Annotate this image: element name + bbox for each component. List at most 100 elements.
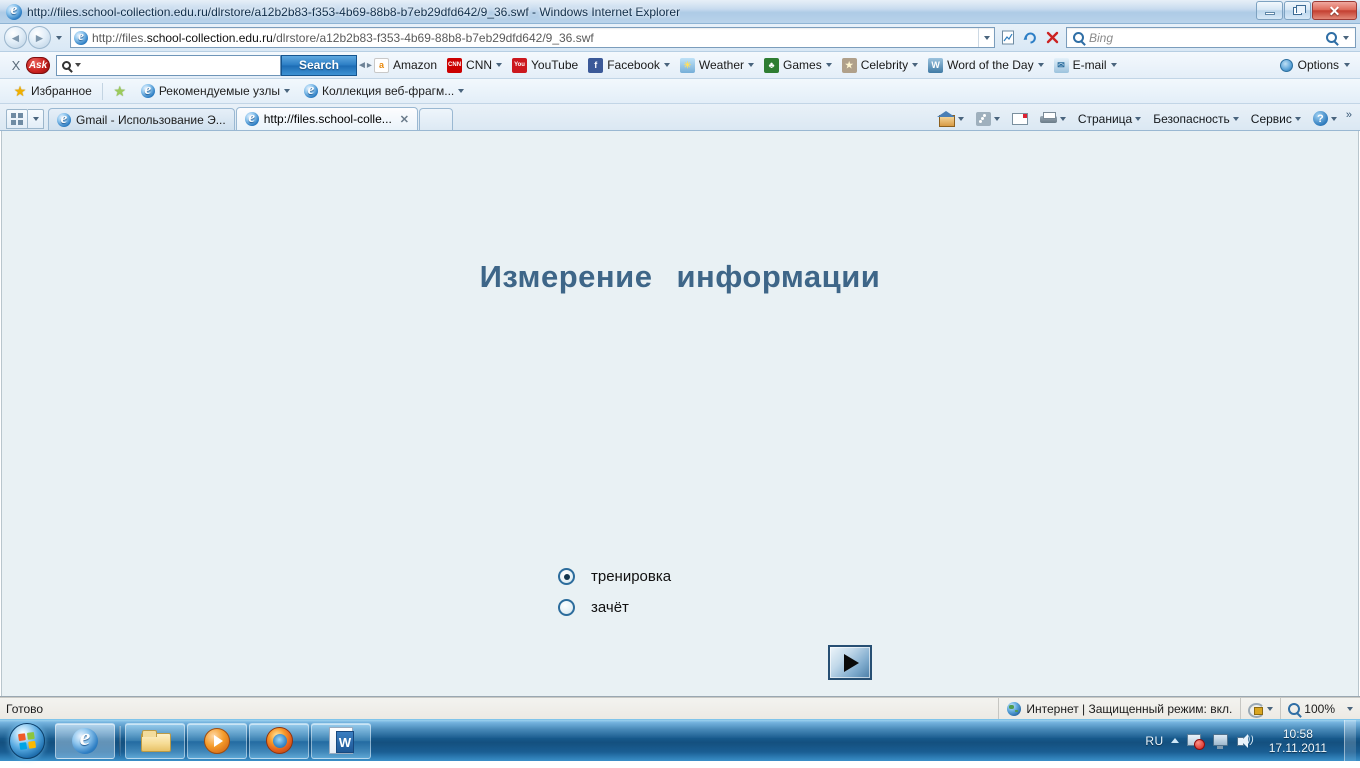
ask-search-icon [62,60,71,70]
stop-icon[interactable] [1041,27,1063,49]
help-menu-button[interactable]: ? [1307,109,1343,128]
youtube-icon: You [512,57,528,73]
ask-options-button[interactable]: Options [1279,58,1354,72]
ask-search-button[interactable]: Search [281,54,357,76]
tab-gmail[interactable]: Gmail - Использование Э... [48,108,235,130]
amazon-icon: a [374,57,389,73]
radio-button-selected-icon[interactable] [558,568,575,585]
search-input[interactable]: Bing [1066,27,1356,48]
ask-link-amazon[interactable]: a Amazon [369,54,442,76]
tab-label: http://files.school-colle... [263,112,392,126]
search-submit-icon[interactable] [1326,32,1337,43]
flash-content-area[interactable]: Измерение информации тренировка зачёт [1,131,1359,696]
clock[interactable]: 10:58 17.11.2011 [1261,727,1335,755]
display-icon[interactable] [1211,733,1229,749]
favorite-suggested-sites[interactable]: Рекомендуемые узлы [134,81,297,102]
tab-close-icon[interactable]: ✕ [400,113,409,126]
close-button[interactable]: ✕ [1312,1,1357,20]
ask-search-input[interactable] [56,54,281,76]
address-dropdown-icon[interactable] [978,28,994,47]
play-button[interactable] [828,645,872,680]
page-menu-button[interactable]: Страница [1072,110,1147,128]
word-icon [329,727,354,754]
print-button[interactable] [1034,110,1072,128]
recent-pages-dropdown[interactable] [52,28,66,48]
page-favicon-icon [74,28,88,45]
add-to-favorites-bar-button[interactable]: ★ [106,81,134,102]
window-title: http://files.school-collection.edu.ru/dl… [27,4,681,19]
taskbar-button-internet-explorer[interactable] [55,722,115,759]
ask-link-games[interactable]: ♣ Games [759,54,837,76]
address-bar-input[interactable]: http://files.school-collection.edu.ru/dl… [70,27,995,48]
ask-link-email[interactable]: ✉ E-mail [1049,54,1122,76]
internet-explorer-icon [6,1,22,20]
volume-icon[interactable]: )) [1236,733,1254,749]
celebrity-icon: ★ [841,57,857,73]
show-desktop-button[interactable] [1344,719,1356,762]
grid-icon [11,113,23,125]
favorites-button[interactable]: ★ Избранное [6,81,99,102]
window-title-bar[interactable]: http://files.school-collection.edu.ru/dl… [0,0,1360,24]
language-indicator[interactable]: RU [1145,734,1163,748]
taskbar-button-word[interactable] [311,722,371,759]
ask-link-weather[interactable]: ☀ Weather [675,54,759,76]
read-mail-button[interactable] [1006,111,1034,127]
weather-icon: ☀ [679,57,695,73]
ie-tab-icon [57,110,71,128]
taskbar: RU )) 10:58 17.11.2011 [0,719,1360,762]
command-bar-overflow-icon[interactable]: » [1343,109,1352,121]
forward-button[interactable]: ► [28,26,51,49]
favorite-web-slice-gallery[interactable]: Коллекция веб-фрагм... [297,81,471,102]
ask-link-cnn[interactable]: CNN CNN [442,54,507,76]
taskbar-button-windows-explorer[interactable] [125,722,185,759]
radio-button-unselected-icon[interactable] [558,599,575,616]
show-hidden-icons-icon[interactable] [1170,738,1179,743]
minimize-button[interactable] [1256,1,1283,20]
compatibility-view-icon[interactable] [997,27,1019,49]
tab-label: Gmail - Использование Э... [76,112,226,127]
protected-mode-button[interactable] [1240,698,1280,719]
mail-icon [1011,112,1028,125]
home-icon [936,111,955,127]
window-controls: ✕ [1256,1,1357,20]
maximize-button[interactable] [1284,1,1311,20]
refresh-icon[interactable] [1019,27,1041,49]
globe-icon [1007,701,1022,716]
ie-icon [72,723,98,754]
radio-option-training[interactable]: тренировка [558,561,671,592]
new-tab-button[interactable] [419,108,453,130]
radio-option-exam[interactable]: зачёт [558,592,671,623]
ask-toolbar-close-button[interactable]: X [6,58,26,73]
status-right-group: 100% [1240,698,1360,719]
ask-link-word-of-the-day[interactable]: W Word of the Day [923,54,1048,76]
start-button[interactable] [0,721,54,761]
security-zone-indicator[interactable]: Интернет | Защищенный режим: вкл. [998,698,1240,719]
network-icon[interactable] [1186,733,1205,750]
tab-list-dropdown[interactable] [28,109,44,129]
ask-link-celebrity[interactable]: ★ Celebrity [837,54,923,76]
folder-icon [141,729,171,752]
feeds-button[interactable] [970,110,1006,128]
back-button[interactable]: ◄ [4,26,27,49]
zoom-button[interactable]: 100% [1280,698,1360,719]
ask-link-facebook[interactable]: f Facebook [583,54,675,76]
forward-arrow-icon: ► [33,30,46,45]
safety-menu-button[interactable]: Безопасность [1147,110,1245,128]
quick-tabs-button[interactable] [6,109,28,129]
ask-link-youtube[interactable]: You YouTube [507,54,583,76]
page-title-word-2: информации [676,259,881,294]
taskbar-button-firefox[interactable] [249,722,309,759]
tools-menu-button[interactable]: Сервис [1245,110,1307,128]
status-bar: Готово Интернет | Защищенный режим: вкл.… [0,697,1360,719]
search-provider-dropdown-icon[interactable] [1343,35,1349,40]
ask-logo-icon[interactable]: Ask [26,56,50,74]
ie-tab-icon [244,109,259,127]
cnn-icon: CNN [447,57,463,73]
taskbar-button-media-player[interactable] [187,722,247,759]
home-button[interactable] [932,109,970,128]
feeds-icon [975,111,991,126]
zoom-level-text: 100% [1304,701,1335,716]
tab-school-collection[interactable]: http://files.school-colle... ✕ [235,107,418,130]
toolbar-grip[interactable]: ◄▸ [357,60,372,71]
browser-viewport: Измерение информации тренировка зачёт [0,131,1360,697]
